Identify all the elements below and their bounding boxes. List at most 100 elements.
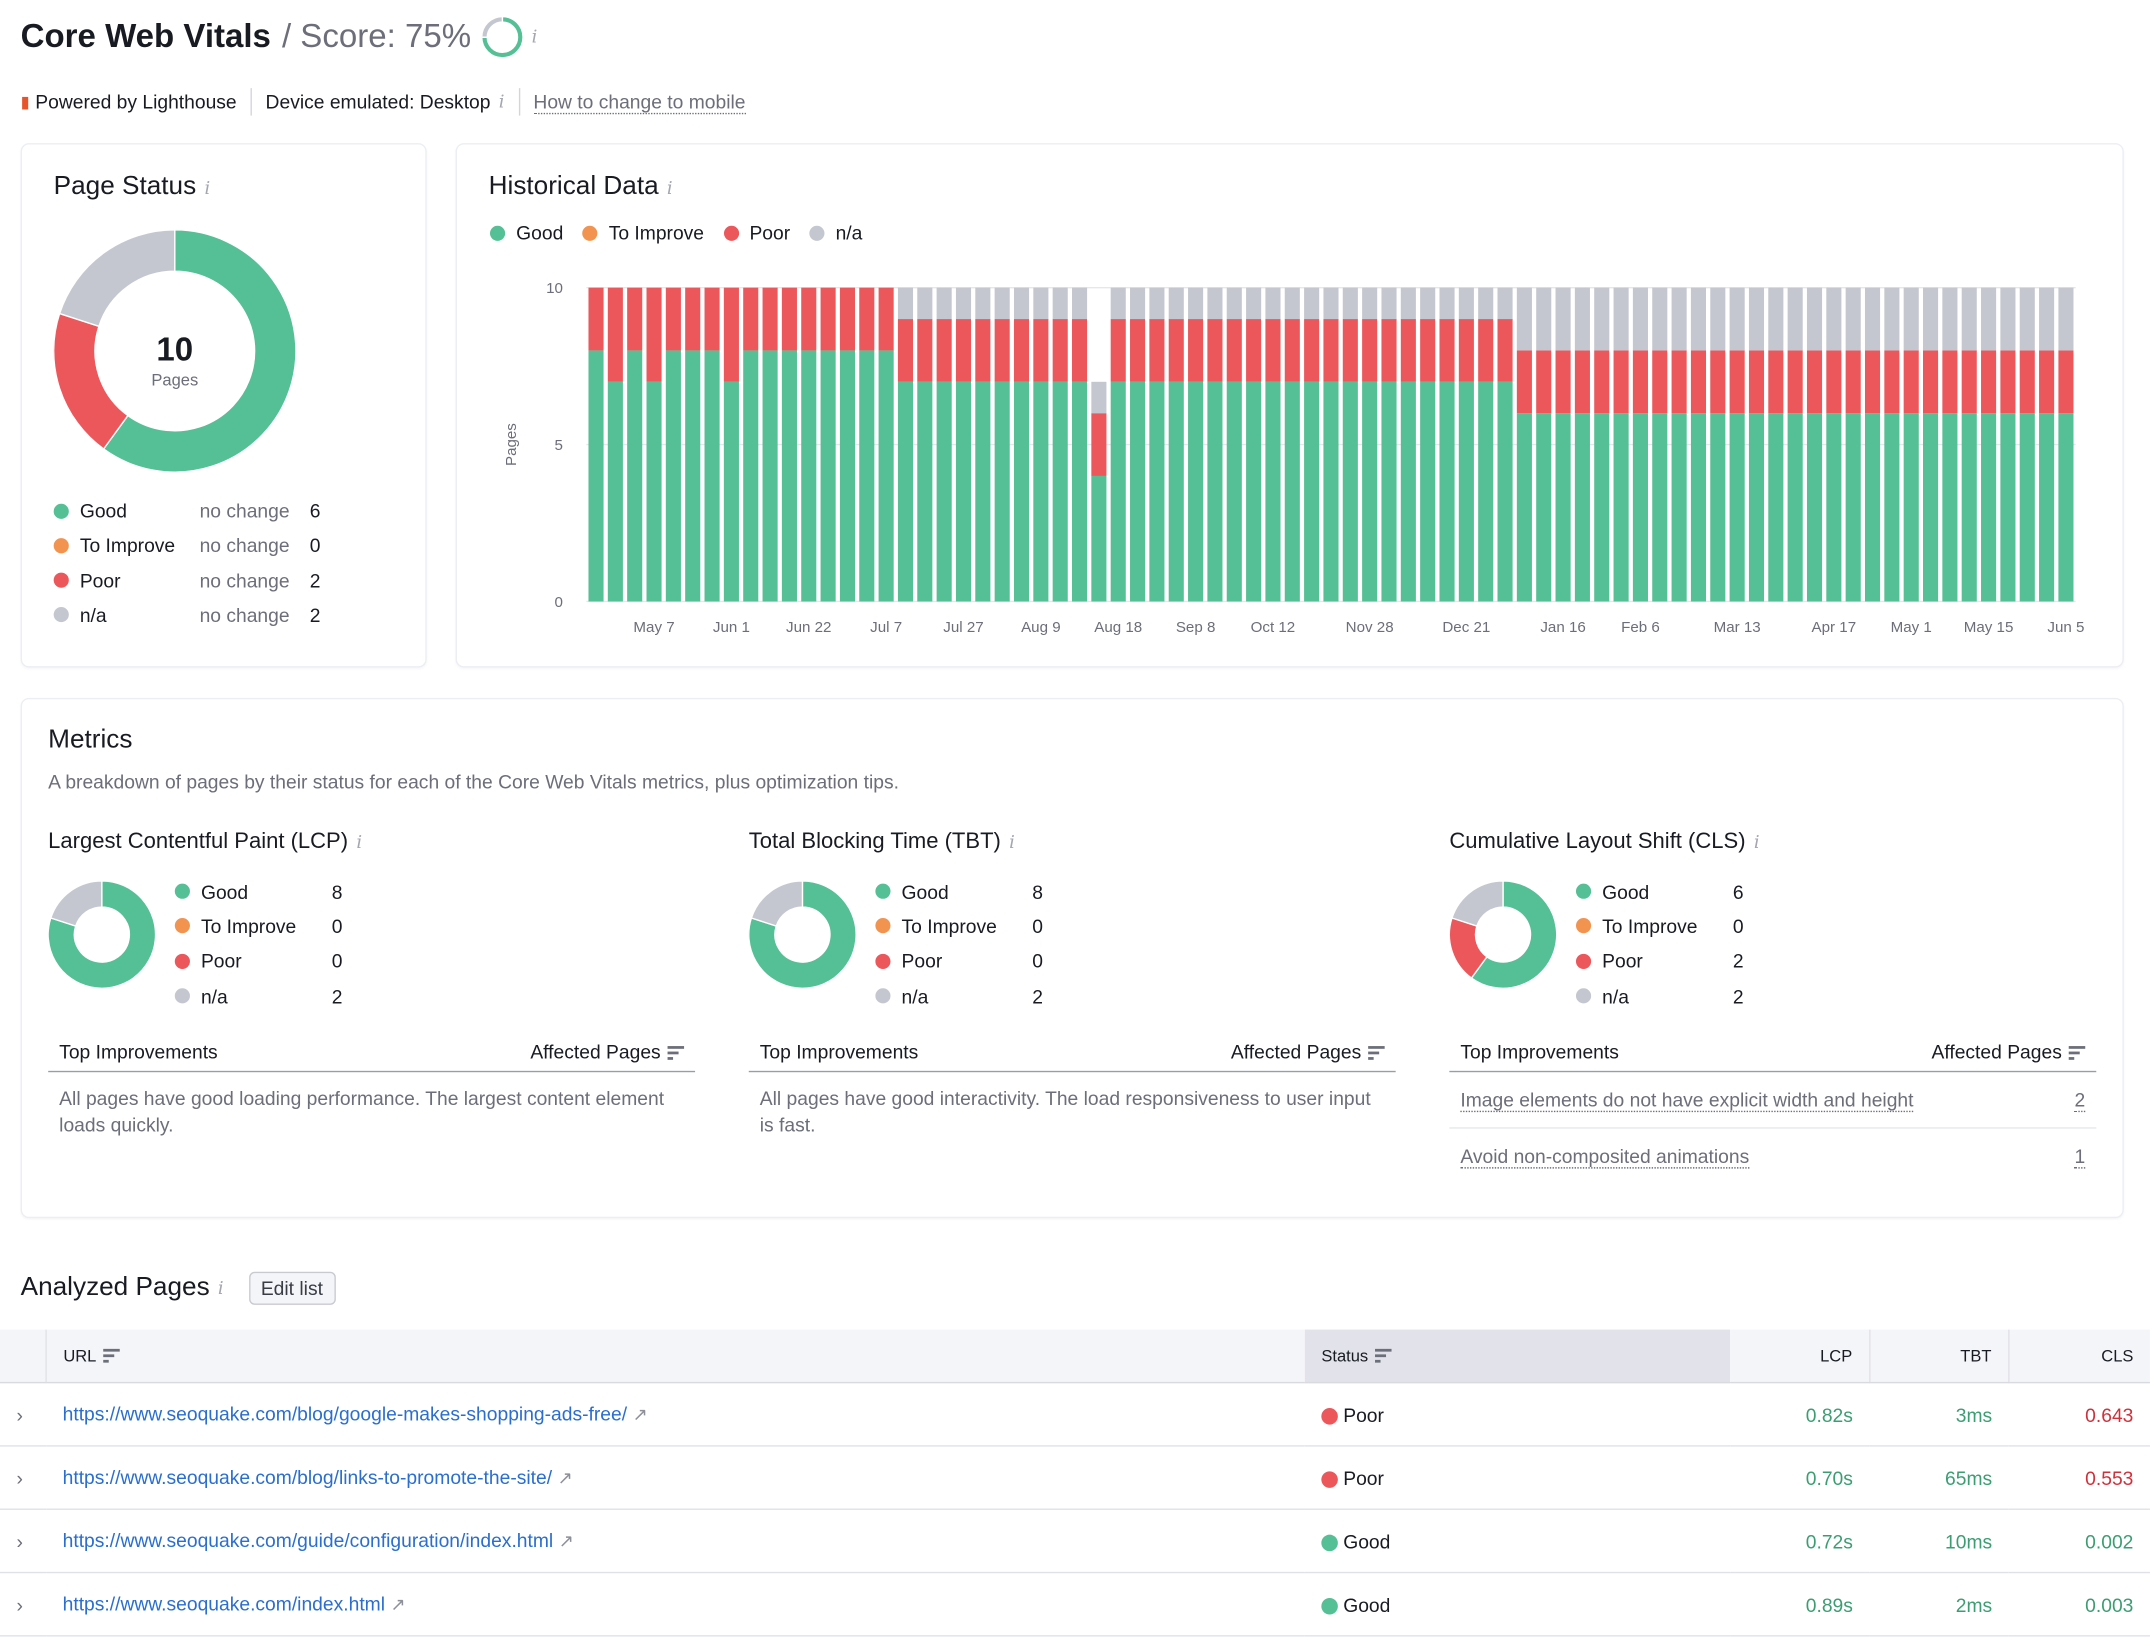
metric-legend-poor[interactable]: Poor 2	[1575, 944, 1744, 979]
bar-poor-16[interactable]	[897, 319, 914, 382]
bar-na-60[interactable]	[1748, 287, 1765, 351]
bar-poor-63[interactable]	[1806, 350, 1823, 414]
bar-good-44[interactable]	[1439, 381, 1455, 602]
bar-good-6[interactable]	[704, 350, 720, 602]
bar-good-15[interactable]	[878, 350, 894, 602]
bar-poor-66[interactable]	[1864, 350, 1881, 414]
bar-na-44[interactable]	[1439, 287, 1455, 320]
bar-poor-12[interactable]	[820, 287, 836, 351]
bar-poor-43[interactable]	[1420, 319, 1436, 382]
bar-na-57[interactable]	[1690, 287, 1707, 351]
page-url-link[interactable]: https://www.seoquake.com/blog/links-to-p…	[63, 1466, 552, 1488]
table-row[interactable]: › https://www.seoquake.com/blog/links-to…	[0, 1445, 2150, 1510]
bar-good-14[interactable]	[859, 350, 875, 602]
bar-good-40[interactable]	[1362, 381, 1378, 602]
bar-na-53[interactable]	[1613, 287, 1629, 351]
bar-poor-68[interactable]	[1903, 350, 1919, 414]
bar-good-19[interactable]	[955, 381, 972, 602]
bar-poor-34[interactable]	[1246, 319, 1262, 382]
bar-good-49[interactable]	[1536, 413, 1552, 602]
bar-good-43[interactable]	[1420, 381, 1436, 602]
bar-na-58[interactable]	[1710, 287, 1726, 351]
bar-good-58[interactable]	[1710, 413, 1726, 602]
bar-na-39[interactable]	[1342, 287, 1358, 320]
donut-segment-na[interactable]	[49, 880, 103, 927]
bar-na-70[interactable]	[1942, 287, 1958, 351]
external-link-icon[interactable]: ↗	[391, 1594, 406, 1615]
bar-good-57[interactable]	[1690, 413, 1707, 602]
bar-na-25[interactable]	[1072, 287, 1088, 320]
bar-good-54[interactable]	[1632, 413, 1648, 602]
bar-good-37[interactable]	[1304, 381, 1320, 602]
bar-poor-1[interactable]	[607, 287, 623, 382]
bar-poor-46[interactable]	[1478, 319, 1494, 382]
external-link-icon[interactable]: ↗	[558, 1467, 573, 1488]
bar-good-18[interactable]	[936, 381, 952, 602]
donut-segment-na[interactable]	[58, 229, 176, 328]
affected-count-link[interactable]: 1	[2074, 1144, 2086, 1168]
metric-legend-good[interactable]: Good 8	[875, 874, 1043, 909]
column-tbt[interactable]: TBT	[1869, 1329, 2010, 1384]
bar-poor-25[interactable]	[1072, 319, 1088, 382]
bar-na-32[interactable]	[1207, 287, 1223, 320]
bar-good-55[interactable]	[1652, 413, 1668, 602]
metric-legend-to_improve[interactable]: To Improve 0	[174, 909, 342, 944]
improvement-link[interactable]: Avoid non-composited animations	[1460, 1144, 1750, 1168]
bar-good-66[interactable]	[1864, 413, 1881, 602]
bar-na-38[interactable]	[1323, 287, 1339, 320]
bar-good-30[interactable]	[1168, 381, 1184, 602]
bar-poor-38[interactable]	[1323, 319, 1339, 382]
bar-poor-69[interactable]	[1923, 350, 1939, 414]
bar-good-48[interactable]	[1516, 413, 1532, 602]
bar-na-59[interactable]	[1729, 287, 1745, 351]
bar-na-48[interactable]	[1516, 287, 1532, 351]
bar-na-68[interactable]	[1903, 287, 1919, 351]
info-icon[interactable]: i	[356, 833, 362, 854]
bar-good-36[interactable]	[1284, 381, 1300, 602]
bar-poor-65[interactable]	[1845, 350, 1861, 414]
column-url[interactable]: URL	[46, 1329, 1305, 1384]
bar-na-61[interactable]	[1768, 287, 1784, 351]
donut-segment-na[interactable]	[1451, 880, 1504, 927]
external-link-icon[interactable]: ↗	[633, 1404, 648, 1425]
bar-good-2[interactable]	[627, 350, 643, 602]
bar-poor-40[interactable]	[1362, 319, 1378, 382]
bar-good-50[interactable]	[1555, 413, 1571, 602]
bar-good-29[interactable]	[1149, 381, 1165, 602]
bar-na-16[interactable]	[897, 287, 914, 320]
bar-na-56[interactable]	[1671, 287, 1687, 351]
bar-poor-48[interactable]	[1516, 350, 1532, 414]
bar-poor-21[interactable]	[994, 319, 1010, 382]
bar-good-61[interactable]	[1768, 413, 1784, 602]
bar-poor-3[interactable]	[646, 287, 662, 382]
bar-good-64[interactable]	[1826, 413, 1842, 602]
bar-poor-4[interactable]	[665, 287, 681, 351]
metric-legend-na[interactable]: n/a 2	[1575, 978, 1744, 1013]
improvement-row[interactable]: Avoid non-composited animations 1	[1449, 1129, 2096, 1184]
bar-good-33[interactable]	[1226, 381, 1242, 602]
bar-poor-72[interactable]	[1981, 350, 1997, 414]
bar-na-40[interactable]	[1362, 287, 1378, 320]
metric-legend-poor[interactable]: Poor 0	[875, 944, 1043, 979]
bar-good-52[interactable]	[1594, 413, 1610, 602]
bar-good-21[interactable]	[994, 381, 1010, 602]
bar-good-23[interactable]	[1033, 381, 1049, 602]
bar-na-33[interactable]	[1226, 287, 1242, 320]
bar-poor-33[interactable]	[1226, 319, 1242, 382]
bar-poor-49[interactable]	[1536, 350, 1552, 414]
bar-poor-67[interactable]	[1884, 350, 1900, 414]
bar-na-47[interactable]	[1497, 287, 1513, 320]
bar-good-47[interactable]	[1497, 381, 1513, 602]
bar-good-68[interactable]	[1903, 413, 1919, 602]
bar-poor-29[interactable]	[1149, 319, 1165, 382]
bar-good-32[interactable]	[1207, 381, 1223, 602]
bar-poor-55[interactable]	[1652, 350, 1668, 414]
bar-na-37[interactable]	[1304, 287, 1320, 320]
metric-legend-good[interactable]: Good 8	[174, 874, 342, 909]
bar-good-73[interactable]	[2000, 413, 2016, 602]
bar-poor-59[interactable]	[1729, 350, 1745, 414]
bar-good-39[interactable]	[1342, 381, 1358, 602]
bar-good-74[interactable]	[2019, 413, 2035, 602]
bar-na-62[interactable]	[1787, 287, 1803, 351]
bar-na-29[interactable]	[1149, 287, 1165, 320]
